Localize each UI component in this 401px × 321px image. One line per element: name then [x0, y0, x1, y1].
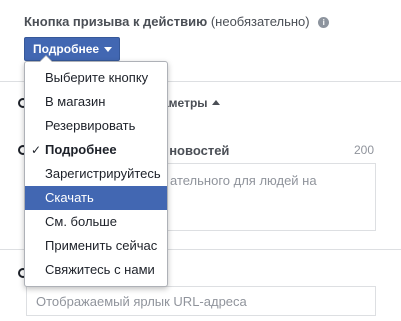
menu-item-apply-now[interactable]: Применить сейчас [25, 234, 167, 258]
textarea-placeholder: ательного для людей на [170, 173, 317, 188]
cta-title: Кнопка призыва к действию [24, 14, 208, 29]
chevron-up-icon [211, 100, 220, 105]
menu-item-label: Применить сейчас [45, 238, 158, 253]
cta-dropdown-menu: Выберите кнопку В магазин Резервировать … [24, 55, 168, 287]
menu-item-label: Скачать [45, 190, 94, 205]
menu-item-label: Подробнее [45, 142, 117, 157]
checkmark-icon: ✓ [31, 143, 42, 157]
menu-item-download[interactable]: Скачать [25, 186, 167, 210]
menu-item-label: Резервировать [45, 118, 136, 133]
menu-item-label: Выберите кнопку [45, 70, 149, 85]
display-url-input[interactable]: Отображаемый ярлык URL-адреса [26, 286, 376, 316]
menu-item-label: В магазин [45, 94, 106, 109]
menu-item-sign-up[interactable]: Зарегистрируйтесь [25, 162, 167, 186]
menu-item-label: Зарегистрируйтесь [45, 166, 161, 181]
cta-section-header: Кнопка призыва к действию (необязательно… [24, 14, 330, 29]
menu-item-label: См. больше [45, 214, 117, 229]
menu-item-see-more[interactable]: См. больше [25, 210, 167, 234]
chevron-down-icon [104, 46, 113, 52]
menu-item-book-now[interactable]: Резервировать [25, 114, 167, 138]
info-icon[interactable]: i [318, 17, 330, 28]
menu-item-learn-more[interactable]: ✓ Подробнее [25, 138, 167, 162]
char-counter: 200 [353, 143, 374, 157]
menu-item-label: Свяжитесь с нами [45, 262, 155, 277]
cta-optional-note: (необязательно) [210, 14, 310, 29]
menu-item-contact-us[interactable]: Свяжитесь с нами [25, 258, 167, 282]
cta-button-label: Подробнее [33, 42, 100, 56]
menu-item-shop-now[interactable]: В магазин [25, 90, 167, 114]
menu-item-choose-button[interactable]: Выберите кнопку [25, 66, 167, 90]
